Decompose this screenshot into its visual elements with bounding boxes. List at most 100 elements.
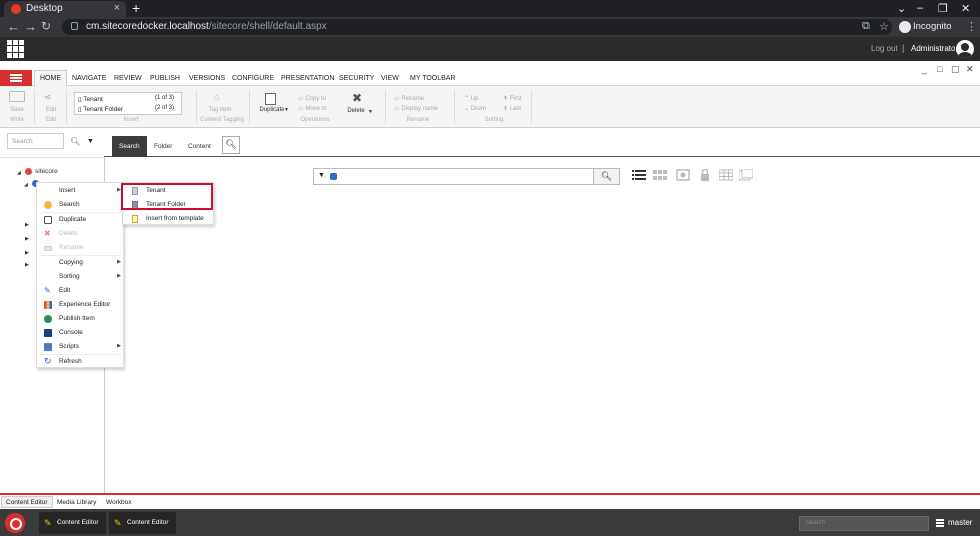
delete-dropdown-icon[interactable]: ▼ — [368, 109, 373, 115]
tree-collapse-icon[interactable]: ▶ — [25, 222, 29, 228]
insert-gallery[interactable]: ▯ Tenant (1 of 3) ▯ Tenant Folder (2 of … — [74, 92, 182, 115]
new-tab-button[interactable]: + — [132, 0, 140, 16]
sort-down-button[interactable]: ⌄ Down — [464, 105, 486, 112]
ribbon-separator — [385, 90, 386, 124]
incognito-label[interactable]: Incognito — [913, 21, 952, 32]
tab-workbox[interactable]: Workbox — [102, 498, 136, 507]
tab-my-toolbar[interactable]: MY TOOLBAR — [405, 73, 461, 86]
logout-link[interactable]: Log out — [871, 44, 898, 53]
submenu-item-insert-from-template[interactable]: Insert from template — [123, 212, 213, 226]
menu-item-scripts[interactable]: Scripts ▶ — [37, 340, 123, 354]
address-bar[interactable]: cm.sitecoredocker.localhost/sitecore/she… — [62, 19, 892, 35]
display-name-button[interactable]: ▭ Display name — [394, 105, 438, 112]
tree-collapse-icon[interactable]: ▶ — [25, 250, 29, 256]
menu-item-publish-item[interactable]: Publish Item — [37, 312, 123, 326]
menu-item-search[interactable]: Search — [37, 198, 123, 212]
browser-tab[interactable]: Desktop × — [4, 1, 126, 17]
tab-media-library[interactable]: Media Library — [53, 498, 100, 507]
tree-search-dropdown-icon[interactable]: ▼ — [87, 138, 94, 145]
tab-home[interactable]: HOME — [34, 70, 67, 87]
tab-review[interactable]: REVIEW — [109, 73, 147, 86]
lock-icon[interactable] — [698, 169, 712, 181]
tab-security[interactable]: SECURITY — [334, 73, 379, 86]
search-dropdown-icon[interactable]: ▼ — [318, 172, 325, 179]
tab-navigate[interactable]: NAVIGATE — [67, 73, 111, 86]
menu-item-delete[interactable]: ✖ Delete — [37, 227, 123, 241]
install-app-icon[interactable]: ⧉ — [862, 20, 870, 33]
back-icon[interactable]: ← — [7, 19, 20, 34]
menu-item-refresh[interactable]: ↻ Refresh — [37, 355, 123, 369]
copy-to-button[interactable]: ▭ Copy to — [298, 95, 326, 102]
search-icon[interactable]: 🔍︎ — [593, 168, 620, 185]
close-icon[interactable]: × — [114, 2, 120, 14]
forward-icon[interactable]: → — [24, 19, 37, 34]
search-icon[interactable]: 🔍︎ — [70, 137, 80, 146]
tree-collapse-icon[interactable]: ▶ — [25, 262, 29, 268]
tree-item-sitecore[interactable]: sitecore — [35, 168, 58, 175]
minimize-icon[interactable]: – — [917, 2, 923, 14]
tree-expand-icon[interactable]: ◢ — [24, 182, 28, 188]
reload-icon[interactable]: ↻ — [41, 19, 51, 33]
minimize-icon[interactable]: _ — [922, 64, 927, 74]
menu-item-copying[interactable]: Copying ▶ — [37, 256, 123, 270]
taskbar-content-editor-button[interactable]: ✎ Content Editor — [109, 512, 176, 534]
tab-view[interactable]: VIEW — [376, 73, 404, 86]
menu-item-rename[interactable]: Rename — [37, 241, 123, 255]
move-to-button[interactable]: ▭ Move to — [298, 105, 327, 112]
taskbar-content-editor-button[interactable]: ✎ Content Editor — [39, 512, 106, 534]
image-view-icon[interactable] — [676, 169, 690, 181]
tab-content[interactable]: Content — [181, 136, 218, 157]
list-view-icon[interactable] — [632, 169, 646, 181]
close-window-icon[interactable]: ✕ — [961, 2, 970, 15]
restore-icon[interactable]: □ — [937, 64, 942, 74]
menu-item-label: Copying — [59, 259, 83, 266]
menu-item-duplicate[interactable]: Duplicate — [37, 213, 123, 227]
sort-first-button[interactable]: ⇞ First — [503, 95, 521, 102]
sort-last-button[interactable]: ⇟ Last — [503, 105, 521, 112]
tree-search-input[interactable]: Search — [7, 133, 64, 149]
delete-icon: ✖ — [352, 91, 363, 105]
menu-dots-icon[interactable]: ⋮ — [966, 20, 977, 33]
edit-button[interactable]: Edit — [41, 107, 61, 113]
database-selector[interactable]: master — [936, 518, 972, 527]
taskbar-search-input[interactable]: Search — [799, 516, 929, 531]
close-icon[interactable]: ✕ — [966, 64, 974, 75]
bookmark-star-icon[interactable]: ☆ — [879, 20, 889, 33]
url-path: /sitecore/shell/default.aspx — [208, 21, 327, 32]
hamburger-menu-icon[interactable] — [0, 70, 32, 86]
tree-collapse-icon[interactable]: ▶ — [25, 236, 29, 242]
menu-item-sorting[interactable]: Sorting ▶ — [37, 270, 123, 284]
restore-icon[interactable]: ❐ — [938, 2, 948, 15]
tab-publish[interactable]: PUBLISH — [145, 73, 185, 86]
tab-search[interactable]: Search — [112, 136, 147, 157]
duplicate-dropdown-icon[interactable]: ▼ — [284, 107, 289, 113]
insert-option-tenant[interactable]: ▯ Tenant — [78, 95, 103, 103]
avatar[interactable] — [956, 40, 974, 58]
grid-view-icon[interactable] — [653, 169, 667, 181]
menu-item-console[interactable]: Console — [37, 326, 123, 340]
content-search-input[interactable]: ▼ — [313, 168, 620, 185]
menu-item-insert[interactable]: Insert ▶ — [37, 184, 123, 198]
tag-item-button[interactable]: Tag item — [205, 107, 235, 113]
insert-option-tenant-folder[interactable]: ▯ Tenant Folder — [78, 105, 123, 113]
username[interactable]: Administrator — [911, 44, 958, 53]
menu-item-experience-editor[interactable]: Experience Editor — [37, 298, 123, 312]
launchpad-icon[interactable] — [7, 40, 25, 58]
chevron-down-icon[interactable]: ⌄ — [897, 2, 906, 15]
tab-content-editor[interactable]: Content Editor — [1, 496, 53, 508]
rename-button[interactable]: ▭ Rename — [394, 95, 424, 102]
menu-item-edit[interactable]: ✎ Edit — [37, 284, 123, 298]
tab-folder[interactable]: Folder — [147, 136, 179, 157]
tab-presentation[interactable]: PRESENTATION — [276, 73, 339, 86]
search-icon[interactable]: 🔍︎ — [222, 136, 240, 154]
sitecore-start-button[interactable] — [5, 513, 25, 533]
table-view-icon[interactable] — [719, 169, 733, 181]
sort-up-button[interactable]: ⌃ Up — [464, 95, 478, 102]
save-button[interactable]: Save — [6, 107, 28, 113]
tree-expand-icon[interactable]: ◢ — [17, 170, 21, 176]
maximize-icon[interactable]: ▢ — [951, 64, 960, 75]
details-view-icon[interactable] — [739, 169, 753, 181]
tab-configure[interactable]: CONFIGURE — [227, 73, 279, 86]
delete-button[interactable]: Delete — [343, 108, 369, 114]
tab-versions[interactable]: VERSIONS — [184, 73, 230, 86]
